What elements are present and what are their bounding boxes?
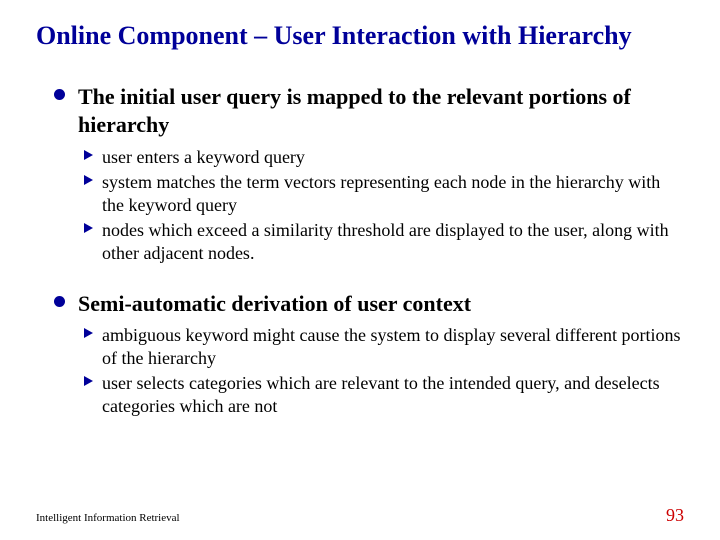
bullet-level2-text: user enters a keyword query	[102, 146, 684, 169]
page-number: 93	[666, 505, 684, 526]
bullet-level1: The initial user query is mapped to the …	[54, 83, 684, 139]
bullet-arrow-icon	[84, 223, 93, 233]
bullet-arrow-icon	[84, 376, 93, 386]
footer-text: Intelligent Information Retrieval	[36, 512, 180, 524]
bullet-list: The initial user query is mapped to the …	[36, 83, 684, 417]
bullet-level2-text: nodes which exceed a similarity threshol…	[102, 219, 684, 264]
bullet-dot-icon	[54, 89, 65, 100]
bullet-level1-text: The initial user query is mapped to the …	[78, 83, 684, 139]
bullet-level2: ambiguous keyword might cause the system…	[84, 324, 684, 369]
bullet-level2-text: user selects categories which are releva…	[102, 372, 684, 417]
bullet-level1: Semi-automatic derivation of user contex…	[54, 290, 684, 318]
bullet-level1-text: Semi-automatic derivation of user contex…	[78, 290, 684, 318]
bullet-dot-icon	[54, 296, 65, 307]
slide-title: Online Component – User Interaction with…	[36, 20, 684, 51]
bullet-arrow-icon	[84, 328, 93, 338]
bullet-level2: user enters a keyword query	[84, 146, 684, 169]
bullet-arrow-icon	[84, 150, 93, 160]
bullet-level2-text: ambiguous keyword might cause the system…	[102, 324, 684, 369]
bullet-level2: nodes which exceed a similarity threshol…	[84, 219, 684, 264]
bullet-arrow-icon	[84, 175, 93, 185]
bullet-level2: user selects categories which are releva…	[84, 372, 684, 417]
bullet-level2-text: system matches the term vectors represen…	[102, 171, 684, 216]
sub-bullet-group: user enters a keyword query system match…	[54, 146, 684, 265]
sub-bullet-group: ambiguous keyword might cause the system…	[54, 324, 684, 417]
bullet-level2: system matches the term vectors represen…	[84, 171, 684, 216]
slide: Online Component – User Interaction with…	[0, 0, 720, 417]
